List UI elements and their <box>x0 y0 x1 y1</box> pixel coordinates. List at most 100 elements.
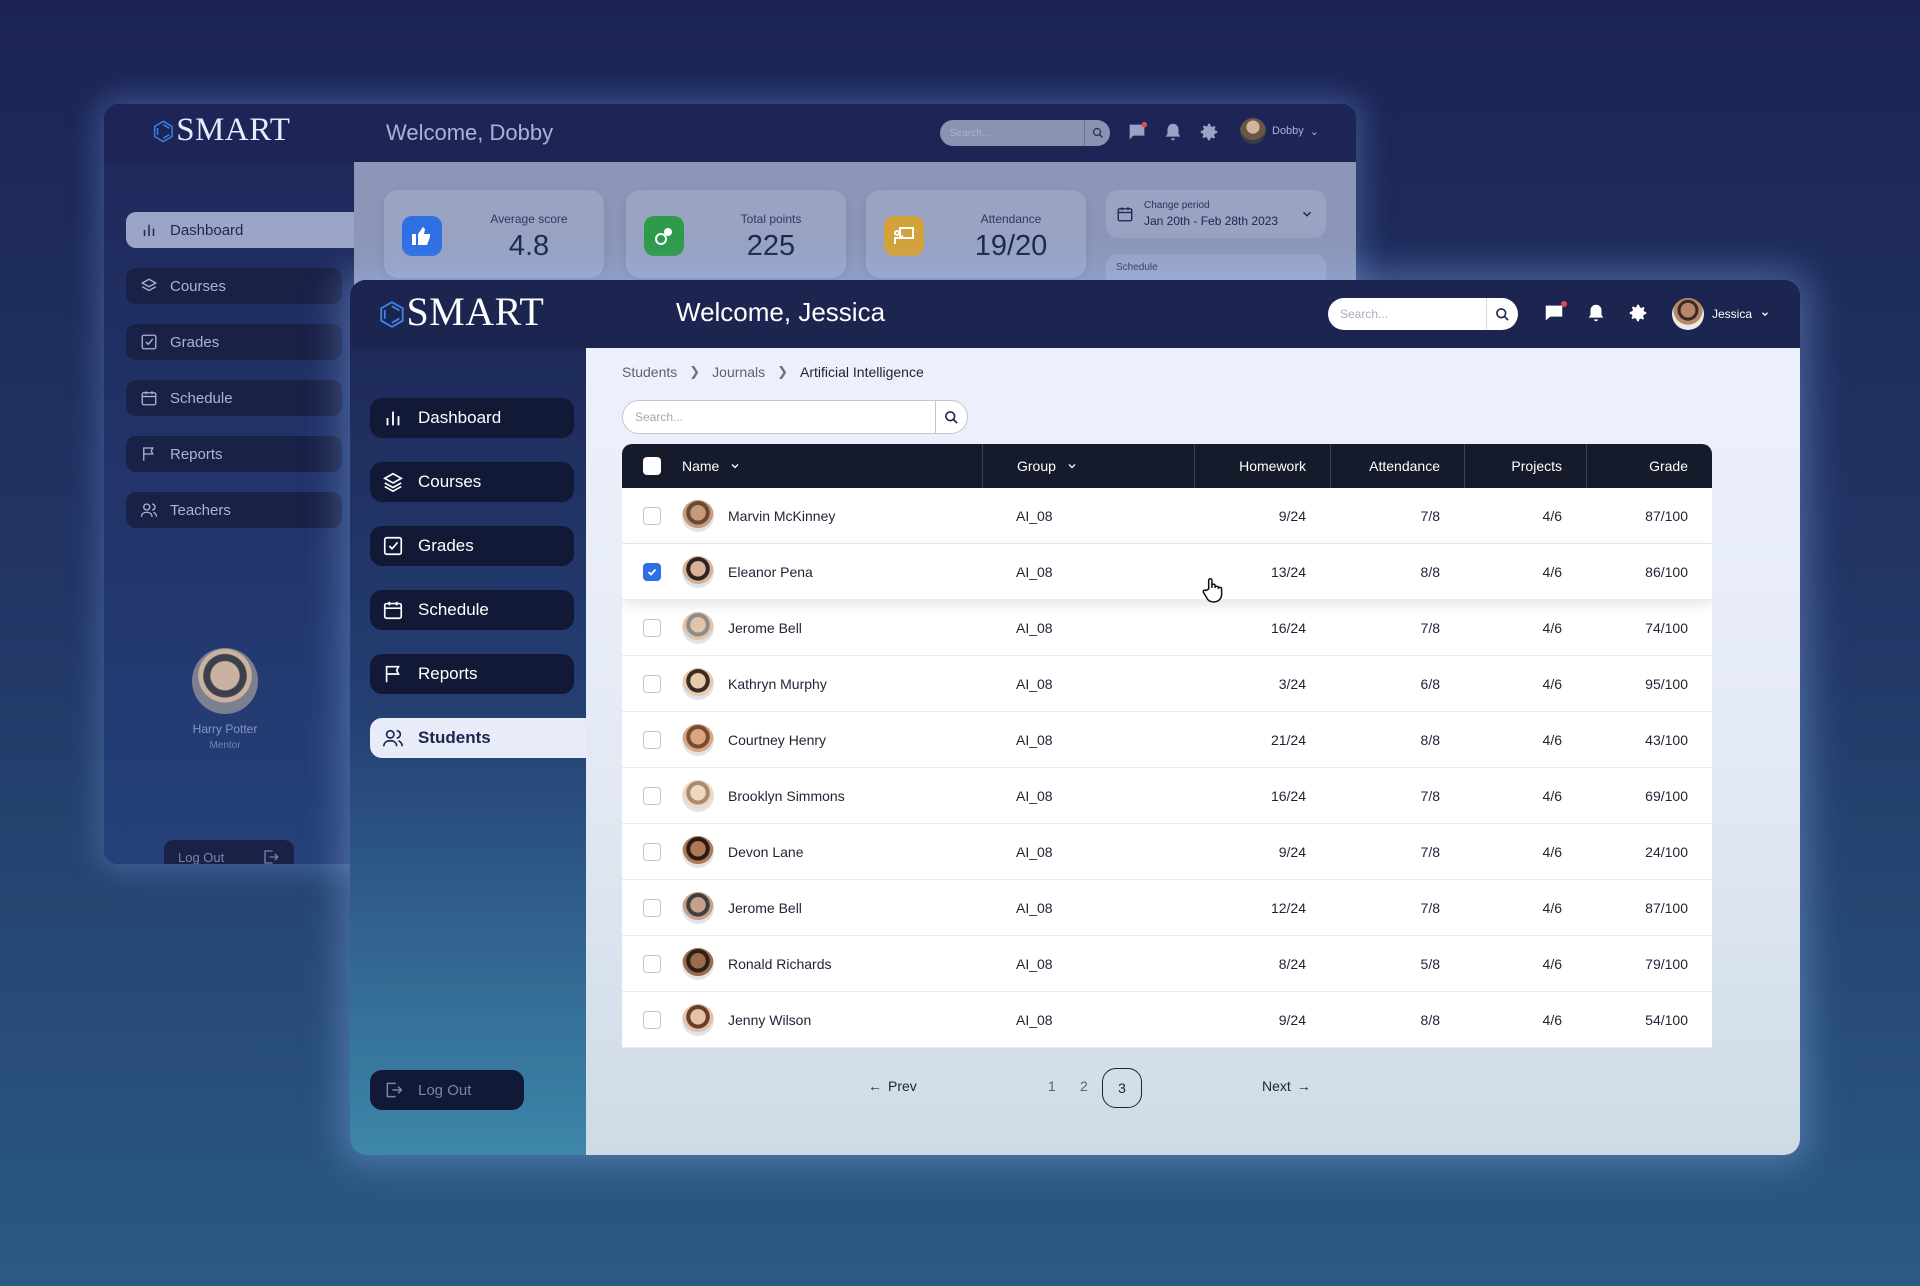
breadcrumb-journals[interactable]: Journals <box>712 364 765 380</box>
avatar <box>682 499 714 532</box>
student-name[interactable]: Ronald Richards <box>728 956 832 972</box>
row-checkbox[interactable] <box>643 506 661 525</box>
next-page-button[interactable]: Next → <box>1262 1078 1311 1094</box>
column-header-attendance[interactable]: Attendance <box>1330 444 1464 488</box>
chat-icon[interactable] <box>1542 301 1567 325</box>
page-3-button[interactable]: 3 <box>1102 1068 1142 1108</box>
student-name[interactable]: Kathryn Murphy <box>728 676 827 692</box>
projects-cell: 4/6 <box>1542 619 1562 636</box>
presentation-icon <box>884 216 924 256</box>
student-name[interactable]: Devon Lane <box>728 844 804 860</box>
back-nav-reports[interactable]: Reports <box>126 436 342 472</box>
table-row[interactable]: Kathryn Murphy AI_08 3/24 6/8 4/6 95/100 <box>622 656 1712 712</box>
table-row[interactable]: Courtney Henry AI_08 21/24 8/8 4/6 43/100 <box>622 712 1712 768</box>
sidebar-item-schedule[interactable]: Schedule <box>370 590 574 630</box>
back-nav-dashboard[interactable]: Dashboard <box>126 212 366 248</box>
student-name[interactable]: Jerome Bell <box>728 900 802 916</box>
table-row[interactable]: Jerome Bell AI_08 16/24 7/8 4/6 74/100 <box>622 600 1712 656</box>
change-period-dropdown[interactable]: Change period Jan 20th - Feb 28th 2023 <box>1106 190 1326 238</box>
stat-card-average-score: Average score 4.8 <box>384 190 604 278</box>
user-menu[interactable]: Jessica <box>1672 298 1770 330</box>
bell-icon[interactable] <box>1162 121 1184 143</box>
table-row[interactable]: Jerome Bell AI_08 12/24 7/8 4/6 87/100 <box>622 880 1712 936</box>
gear-icon[interactable] <box>1626 301 1650 325</box>
student-name[interactable]: Jenny Wilson <box>728 1012 811 1028</box>
avatar <box>682 667 714 700</box>
row-checkbox[interactable] <box>643 898 661 917</box>
page-1-button[interactable]: 1 <box>1048 1078 1056 1094</box>
grade-cell: 79/100 <box>1645 955 1688 972</box>
search-icon[interactable] <box>935 401 967 433</box>
logout-button[interactable]: Log Out <box>370 1070 524 1110</box>
table-row[interactable]: Jenny Wilson AI_08 9/24 8/8 4/6 54/100 <box>622 992 1712 1048</box>
student-name[interactable]: Courtney Henry <box>728 732 826 748</box>
table-row[interactable]: Ronald Richards AI_08 8/24 5/8 4/6 79/100 <box>622 936 1712 992</box>
attendance-cell: 6/8 <box>1420 675 1440 692</box>
student-name[interactable]: Eleanor Pena <box>728 564 813 580</box>
bar-chart-icon <box>143 224 155 236</box>
student-name[interactable]: Marvin McKinney <box>728 508 835 524</box>
projects-cell: 4/6 <box>1542 899 1562 916</box>
back-logout-button[interactable]: Log Out <box>164 840 294 864</box>
select-all-checkbox[interactable] <box>643 457 661 475</box>
back-nav-courses[interactable]: Courses <box>126 268 342 304</box>
column-header-grade[interactable]: Grade <box>1586 444 1712 488</box>
flag-icon <box>385 665 400 683</box>
search-icon[interactable] <box>1486 298 1518 330</box>
projects-cell: 4/6 <box>1542 787 1562 804</box>
search-icon[interactable] <box>1084 120 1110 146</box>
avatar <box>682 779 714 812</box>
sidebar-item-grades[interactable]: Grades <box>370 526 574 566</box>
row-checkbox[interactable] <box>643 674 661 693</box>
prev-page-button[interactable]: ← Prev <box>868 1078 917 1094</box>
table-row[interactable]: Eleanor Pena AI_08 13/24 8/8 4/6 86/100 <box>622 544 1712 600</box>
stat-card-total-points: Total points 225 <box>626 190 846 278</box>
row-checkbox[interactable] <box>643 842 661 861</box>
column-header-homework[interactable]: Homework <box>1194 444 1330 488</box>
row-checkbox[interactable] <box>643 618 661 637</box>
table-body: Marvin McKinney AI_08 9/24 7/8 4/6 87/100 Elea… <box>622 488 1712 1048</box>
row-checkbox[interactable] <box>643 954 661 973</box>
sidebar-item-courses[interactable]: Courses <box>370 462 574 502</box>
calendar-icon <box>141 391 157 406</box>
column-header-group[interactable]: Group <box>982 444 1194 488</box>
row-checkbox[interactable] <box>643 562 661 581</box>
table-search-input[interactable]: Search... <box>622 400 968 434</box>
breadcrumb-students[interactable]: Students <box>622 364 677 380</box>
column-header-projects[interactable]: Projects <box>1464 444 1586 488</box>
group-cell: AI_08 <box>1016 843 1053 860</box>
group-cell: AI_08 <box>1016 675 1053 692</box>
row-checkbox[interactable] <box>643 1010 661 1029</box>
page-2-button[interactable]: 2 <box>1080 1078 1088 1094</box>
avatar <box>1672 298 1704 330</box>
thumbs-up-icon <box>402 216 442 256</box>
points-icon <box>644 216 684 256</box>
column-header-name[interactable]: Name <box>682 444 982 488</box>
row-checkbox[interactable] <box>643 786 661 805</box>
student-name[interactable]: Brooklyn Simmons <box>728 788 845 804</box>
sidebar-item-reports[interactable]: Reports <box>370 654 574 694</box>
table-row[interactable]: Devon Lane AI_08 9/24 7/8 4/6 24/100 <box>622 824 1712 880</box>
attendance-cell: 7/8 <box>1420 899 1440 916</box>
back-nav-grades[interactable]: Grades <box>126 324 342 360</box>
bell-icon[interactable] <box>1584 301 1608 325</box>
projects-cell: 4/6 <box>1542 507 1562 524</box>
avatar <box>682 723 714 756</box>
student-name[interactable]: Jerome Bell <box>728 620 802 636</box>
search-input[interactable]: Search... <box>1328 298 1518 330</box>
arrow-left-icon: ← <box>868 1078 882 1094</box>
back-nav-teachers[interactable]: Teachers <box>126 492 342 528</box>
sidebar-item-dashboard[interactable]: Dashboard <box>370 398 574 438</box>
sidebar-item-students[interactable]: Students <box>370 718 586 758</box>
back-user-menu[interactable]: Dobby ⌄ <box>1240 118 1319 144</box>
table-row[interactable]: Marvin McKinney AI_08 9/24 7/8 4/6 87/100 <box>622 488 1712 544</box>
back-search-input[interactable]: Search... <box>940 120 1110 146</box>
homework-cell: 16/24 <box>1270 787 1306 804</box>
projects-cell: 4/6 <box>1542 675 1562 692</box>
table-row[interactable]: Brooklyn Simmons AI_08 16/24 7/8 4/6 69/100 <box>622 768 1712 824</box>
back-nav-schedule[interactable]: Schedule <box>126 380 342 416</box>
row-checkbox[interactable] <box>643 730 661 749</box>
chat-icon[interactable] <box>1126 121 1148 143</box>
calendar-icon <box>383 601 403 620</box>
gear-icon[interactable] <box>1198 121 1220 143</box>
